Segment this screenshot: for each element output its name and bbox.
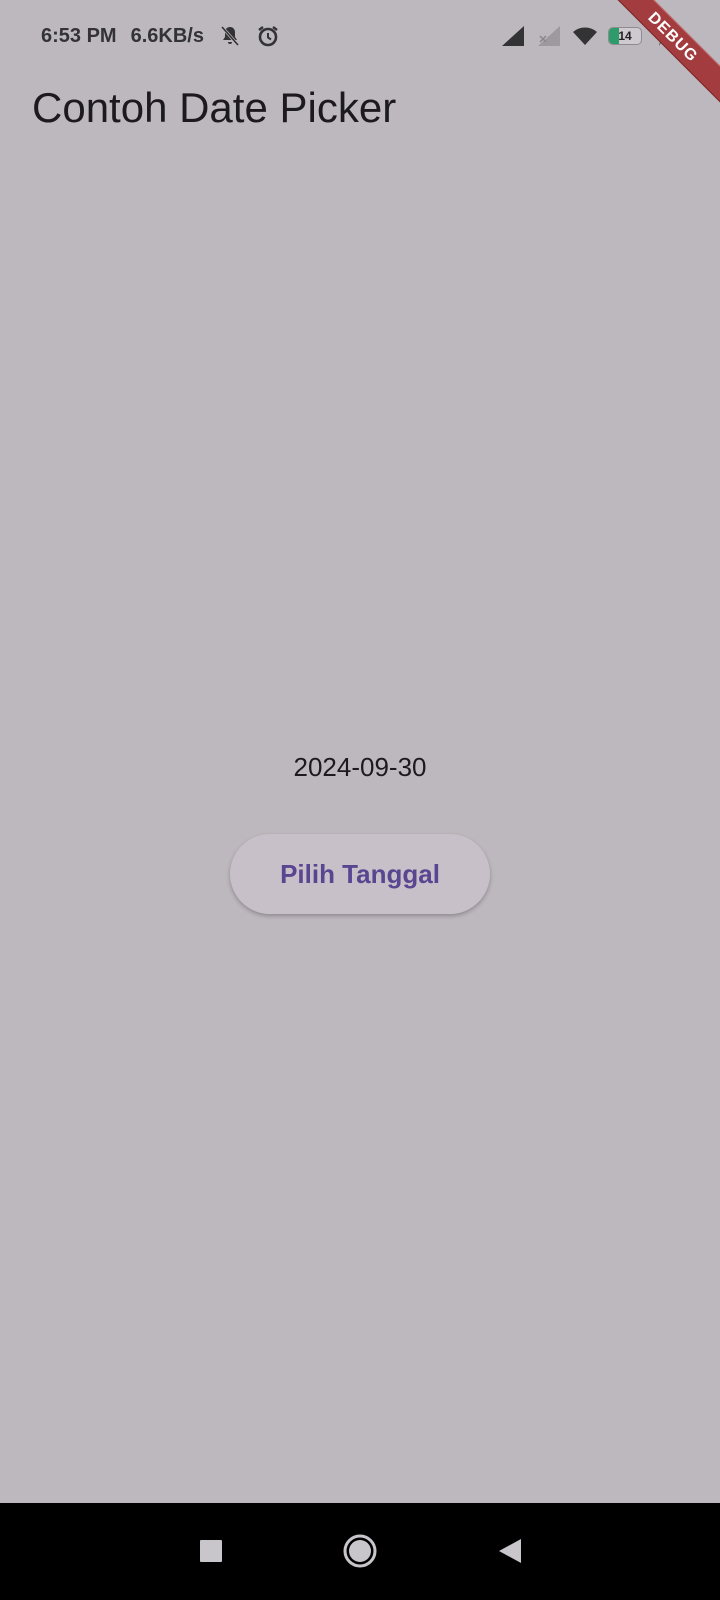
signal-weak-icon (536, 24, 560, 48)
pick-date-button[interactable]: Pilih Tanggal (230, 834, 490, 914)
bell-off-icon (218, 24, 242, 48)
back-button[interactable] (490, 1533, 530, 1573)
wifi-icon (572, 24, 597, 48)
app-bar: Contoh Date Picker (0, 70, 720, 150)
circle-icon (342, 1533, 378, 1574)
status-bar: 6:53 PM 6.6KB/s 14 (0, 0, 720, 70)
navigation-bar (0, 1503, 720, 1600)
battery-icon: 14 (608, 27, 642, 45)
home-button[interactable] (340, 1533, 380, 1573)
back-triangle-icon (497, 1537, 523, 1570)
selected-date-text: 2024-09-30 (293, 752, 427, 782)
network-speed: 6.6KB/s (130, 24, 204, 47)
page-title: Contoh Date Picker (32, 84, 397, 131)
alarm-icon (256, 24, 280, 48)
status-time: 6:53 PM (41, 24, 117, 47)
status-left: 6:53 PM 6.6KB/s (41, 22, 280, 50)
charging-icon (654, 24, 668, 48)
status-right: 14 (500, 22, 668, 50)
square-icon (199, 1539, 223, 1568)
recent-apps-button[interactable] (191, 1533, 231, 1573)
battery-level: 14 (618, 29, 632, 43)
signal-icon (500, 24, 524, 48)
